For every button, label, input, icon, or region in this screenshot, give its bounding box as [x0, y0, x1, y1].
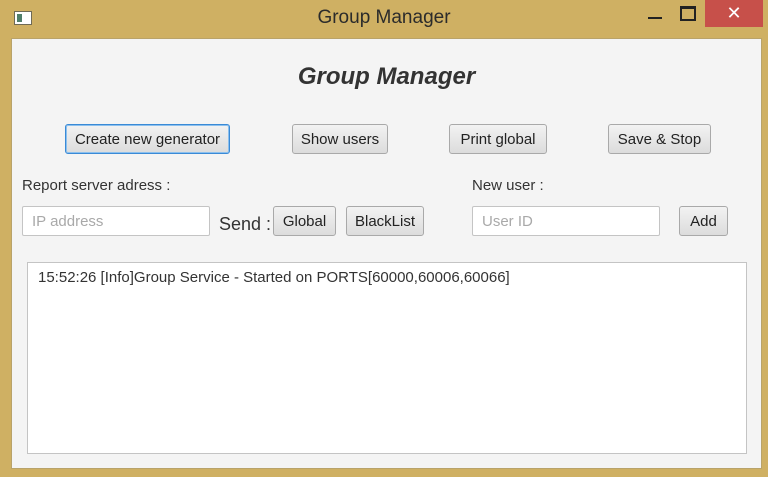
main-panel: Group Manager Create new generator Show … — [11, 38, 762, 469]
report-server-label: Report server adress : — [22, 177, 171, 194]
close-button[interactable]: ✕ — [705, 0, 763, 27]
maximize-icon — [680, 6, 696, 21]
log-output[interactable]: 15:52:26 [Info]Group Service - Started o… — [27, 262, 747, 454]
send-global-button[interactable]: Global — [273, 206, 336, 236]
title-bar[interactable]: Group Manager ✕ — [0, 0, 768, 38]
close-icon: ✕ — [726, 3, 742, 23]
page-title: Group Manager — [297, 63, 476, 90]
create-generator-button[interactable]: Create new generator — [65, 124, 230, 154]
send-blacklist-button[interactable]: BlackList — [346, 206, 424, 236]
minimize-icon — [648, 16, 662, 19]
maximize-button[interactable] — [671, 0, 705, 27]
app-window: Group Manager ✕ Group Manager Create new… — [0, 0, 768, 477]
new-user-label: New user : — [472, 177, 544, 194]
show-users-button[interactable]: Show users — [292, 124, 388, 154]
ip-address-input[interactable] — [22, 206, 210, 236]
user-id-input[interactable] — [472, 206, 660, 236]
send-label: Send : — [219, 214, 272, 234]
minimize-button[interactable] — [638, 0, 672, 27]
print-global-button[interactable]: Print global — [449, 124, 547, 154]
save-stop-button[interactable]: Save & Stop — [608, 124, 711, 154]
log-line: 15:52:26 [Info]Group Service - Started o… — [38, 269, 510, 286]
add-user-button[interactable]: Add — [679, 206, 728, 236]
